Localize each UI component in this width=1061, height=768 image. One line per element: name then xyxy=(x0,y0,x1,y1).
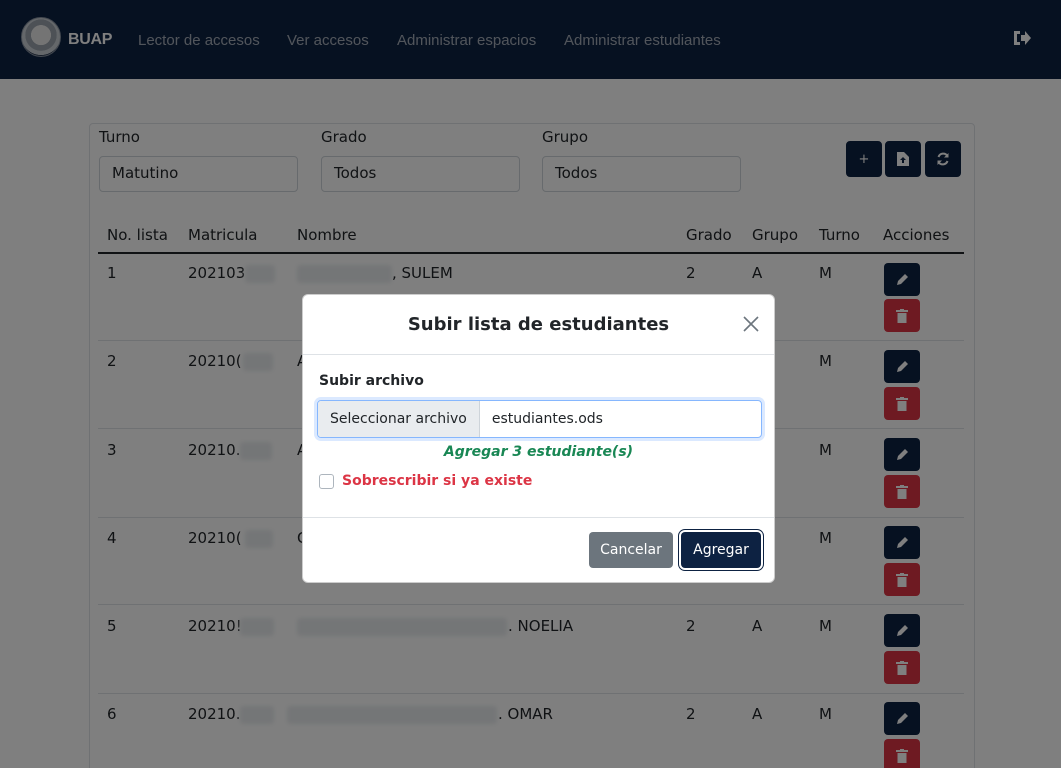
upload-modal: Subir lista de estudiantes Subir archivo… xyxy=(302,294,775,583)
submit-button[interactable]: Agregar xyxy=(681,532,761,568)
modal-header: Subir lista de estudiantes xyxy=(303,295,774,355)
file-input[interactable]: Seleccionar archivo estudiantes.ods xyxy=(317,400,762,438)
selected-file-name: estudiantes.ods xyxy=(491,411,603,427)
overwrite-label[interactable]: Sobrescribir si ya existe xyxy=(342,473,532,489)
overwrite-checkbox[interactable] xyxy=(319,473,334,489)
close-icon[interactable] xyxy=(742,315,760,333)
cancel-button[interactable]: Cancelar xyxy=(589,532,673,568)
overwrite-option: Sobrescribir si ya existe xyxy=(319,473,532,489)
modal-title: Subir lista de estudiantes xyxy=(407,314,670,335)
upload-field-label: Subir archivo xyxy=(319,373,424,389)
students-count-hint: Agregar 3 estudiante(s) xyxy=(443,444,634,460)
modal-footer-divider xyxy=(303,517,774,518)
choose-file-button[interactable]: Seleccionar archivo xyxy=(318,401,480,437)
